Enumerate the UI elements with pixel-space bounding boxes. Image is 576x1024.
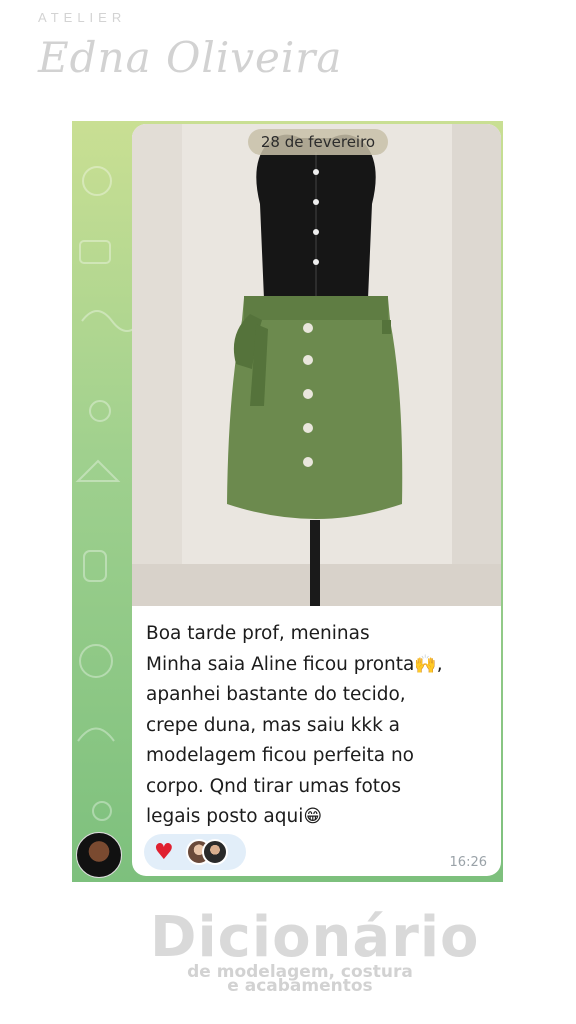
message-text: Boa tarde prof, meninas Minha saia Aline… [146,619,496,833]
dicionario-title: Dicionário [150,905,480,970]
message-line-2: Minha saia Aline ficou pronta [146,653,415,675]
sender-avatar[interactable] [76,832,122,878]
dicionario-logo: Dicionário de modelagem, costura e acaba… [150,905,480,997]
date-pill: 28 de fevereiro [248,129,388,155]
skirt-photo[interactable] [132,124,501,606]
message-comma: , [436,653,443,675]
atelier-logo: ATELIER Edna Oliveira [38,10,342,82]
chat-screenshot: 28 de fevereiro Boa tarde prof, meninas … [72,121,503,882]
raised-hands-emoji: 🙌 [414,653,437,675]
message-time: 16:26 [449,855,487,870]
message-line-3: apanhei bastante do tecido, [146,684,406,705]
atelier-name: Edna Oliveira [38,33,343,82]
grin-emoji: 😁 [303,806,323,827]
message-line-7: legais posto aqui [146,806,304,827]
reaction-bar[interactable]: ♥ [144,834,246,870]
reactor-avatar [201,839,228,865]
message-bubble: 28 de fevereiro Boa tarde prof, meninas … [132,124,501,876]
heart-icon: ♥ [154,839,174,865]
message-line-4: crepe duna, mas saiu kkk a [146,714,401,736]
message-line-6: corpo. Qnd tirar umas fotos [146,775,401,797]
atelier-label: ATELIER [38,10,127,25]
message-line-5: modelagem ficou perfeita no [146,745,414,766]
message-line-1: Boa tarde prof, meninas [146,623,370,644]
